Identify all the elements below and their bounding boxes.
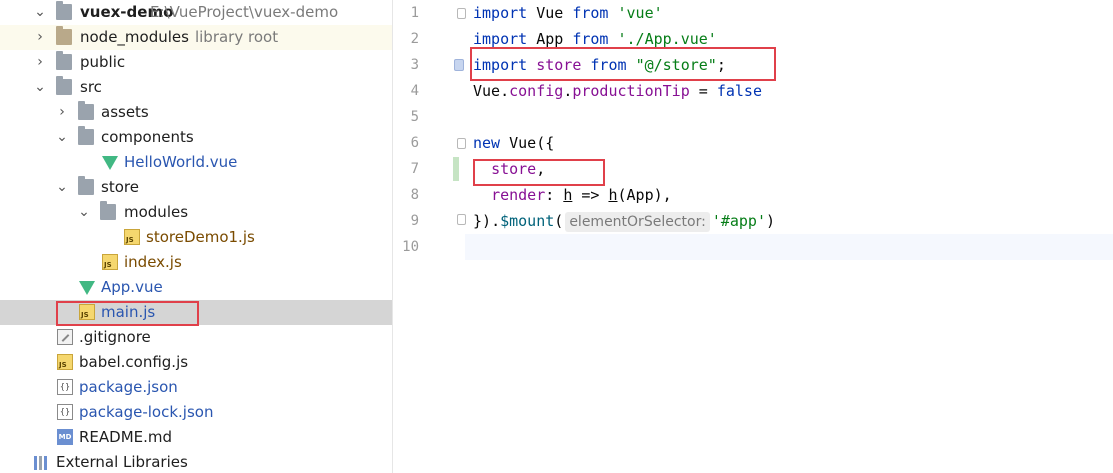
tree-item-label: modules bbox=[124, 203, 189, 221]
tree-item-label: assets bbox=[101, 103, 149, 121]
folder-icon bbox=[56, 76, 72, 95]
tree-item-label: README.md bbox=[79, 428, 173, 446]
tree-item-helloworld-vue[interactable]: HelloWorld.vue bbox=[0, 150, 392, 175]
folder-icon bbox=[56, 1, 72, 20]
vue-file-icon bbox=[79, 281, 95, 295]
line-number: 10 bbox=[402, 239, 419, 255]
line-number: 6 bbox=[410, 135, 419, 151]
json-file-icon: {} bbox=[57, 379, 73, 395]
tree-item-components[interactable]: ⌄ components bbox=[0, 125, 392, 150]
tree-item-label: components bbox=[101, 128, 194, 146]
code-line-10 bbox=[465, 234, 1113, 260]
code-line-6: new Vue({ bbox=[473, 134, 555, 152]
parameter-hint: elementOrSelector: bbox=[565, 212, 710, 232]
chevron-down-icon[interactable]: ⌄ bbox=[56, 125, 68, 150]
folder-icon bbox=[56, 26, 72, 45]
js-file-icon: JS bbox=[79, 304, 95, 320]
line-number: 4 bbox=[410, 83, 419, 99]
json-file-icon: {} bbox=[57, 404, 73, 420]
folder-icon bbox=[78, 101, 94, 120]
js-file-icon: JS bbox=[57, 354, 73, 370]
folder-icon bbox=[56, 51, 72, 70]
code-line-9: }).$mount(elementOrSelector: '#app') bbox=[473, 212, 776, 232]
code-editor[interactable]: 1 2 3 4 5 6 7 8 9 10 import Vue from 'vu… bbox=[393, 0, 1113, 473]
tree-item-gitignore[interactable]: .gitignore bbox=[0, 325, 392, 350]
fold-marker-icon[interactable] bbox=[457, 214, 466, 225]
line-number: 5 bbox=[410, 109, 419, 125]
tree-item-label: store bbox=[101, 178, 139, 196]
tree-item-label: src bbox=[80, 78, 102, 96]
tree-item-label: HelloWorld.vue bbox=[124, 153, 238, 171]
tree-item-external-libraries[interactable]: External Libraries bbox=[0, 450, 392, 473]
js-file-icon: JS bbox=[124, 229, 140, 245]
chevron-down-icon[interactable]: ⌄ bbox=[78, 200, 90, 225]
fold-marker-icon[interactable] bbox=[457, 8, 466, 19]
tree-item-label: storeDemo1.js bbox=[146, 228, 255, 246]
js-file-icon: JS bbox=[102, 254, 118, 270]
tree-item-storedemo1-js[interactable]: JS storeDemo1.js bbox=[0, 225, 392, 250]
code-line-4: Vue.config.productionTip = false bbox=[473, 82, 762, 100]
ignore-file-icon bbox=[57, 329, 73, 345]
fold-marker-icon[interactable] bbox=[457, 138, 466, 149]
tree-item-label: node_modules bbox=[80, 28, 189, 46]
tree-item-public[interactable]: › public bbox=[0, 50, 392, 75]
chevron-right-icon[interactable]: › bbox=[34, 25, 46, 50]
tree-item-label: App.vue bbox=[101, 278, 163, 296]
project-path: E:\VueProject\vuex-demo bbox=[150, 3, 339, 21]
tree-item-label: External Libraries bbox=[56, 453, 188, 471]
tree-item-label: package-lock.json bbox=[79, 403, 214, 421]
line-number: 3 bbox=[410, 57, 419, 73]
tree-item-label: index.js bbox=[124, 253, 182, 271]
lock-icon bbox=[454, 59, 464, 71]
code-line-2: import App from './App.vue' bbox=[473, 30, 717, 48]
markdown-file-icon: MD bbox=[57, 429, 73, 445]
library-icon bbox=[34, 456, 50, 470]
tree-item-label: main.js bbox=[101, 303, 156, 321]
code-line-1: import Vue from 'vue' bbox=[473, 4, 663, 22]
folder-icon bbox=[78, 126, 94, 145]
tree-item-store[interactable]: ⌄ store bbox=[0, 175, 392, 200]
code-line-8: render: h => h(App), bbox=[491, 186, 672, 204]
code-line-3: import store from "@/store"; bbox=[473, 56, 726, 74]
chevron-down-icon[interactable]: ⌄ bbox=[56, 175, 68, 200]
tree-item-package-lock-json[interactable]: {} package-lock.json bbox=[0, 400, 392, 425]
folder-icon bbox=[78, 176, 94, 195]
tree-item-label: package.json bbox=[79, 378, 178, 396]
folder-icon bbox=[100, 201, 116, 220]
code-line-7: store, bbox=[491, 160, 546, 178]
library-root-hint: library root bbox=[194, 28, 279, 46]
line-number: 1 bbox=[410, 5, 419, 21]
change-marker[interactable] bbox=[453, 157, 459, 181]
tree-item-readme-md[interactable]: MD README.md bbox=[0, 425, 392, 450]
tree-item-babel-config-js[interactable]: JS babel.config.js bbox=[0, 350, 392, 375]
chevron-down-icon[interactable]: ⌄ bbox=[34, 75, 46, 100]
tree-item-modules[interactable]: ⌄ modules bbox=[0, 200, 392, 225]
project-tree-panel: ⌄ vuex-demo E:\VueProject\vuex-demo › no… bbox=[0, 0, 393, 473]
chevron-right-icon[interactable]: › bbox=[56, 100, 68, 125]
tree-item-label: public bbox=[80, 53, 126, 71]
vue-file-icon bbox=[102, 156, 118, 170]
line-number: 2 bbox=[410, 31, 419, 47]
line-number: 9 bbox=[410, 213, 419, 229]
line-number: 7 bbox=[410, 161, 419, 177]
tree-item-app-vue[interactable]: App.vue bbox=[0, 275, 392, 300]
chevron-down-icon[interactable]: ⌄ bbox=[34, 0, 46, 25]
tree-item-index-js[interactable]: JS index.js bbox=[0, 250, 392, 275]
tree-root-vuex-demo[interactable]: ⌄ vuex-demo E:\VueProject\vuex-demo bbox=[0, 0, 392, 25]
tree-item-main-js[interactable]: JS main.js bbox=[0, 300, 392, 325]
chevron-right-icon[interactable]: › bbox=[34, 50, 46, 75]
tree-item-assets[interactable]: › assets bbox=[0, 100, 392, 125]
tree-item-src[interactable]: ⌄ src bbox=[0, 75, 392, 100]
tree-item-label: .gitignore bbox=[79, 328, 151, 346]
line-number: 8 bbox=[410, 187, 419, 203]
tree-item-label: babel.config.js bbox=[79, 353, 189, 371]
tree-item-node-modules[interactable]: › node_modules library root bbox=[0, 25, 392, 50]
tree-item-package-json[interactable]: {} package.json bbox=[0, 375, 392, 400]
